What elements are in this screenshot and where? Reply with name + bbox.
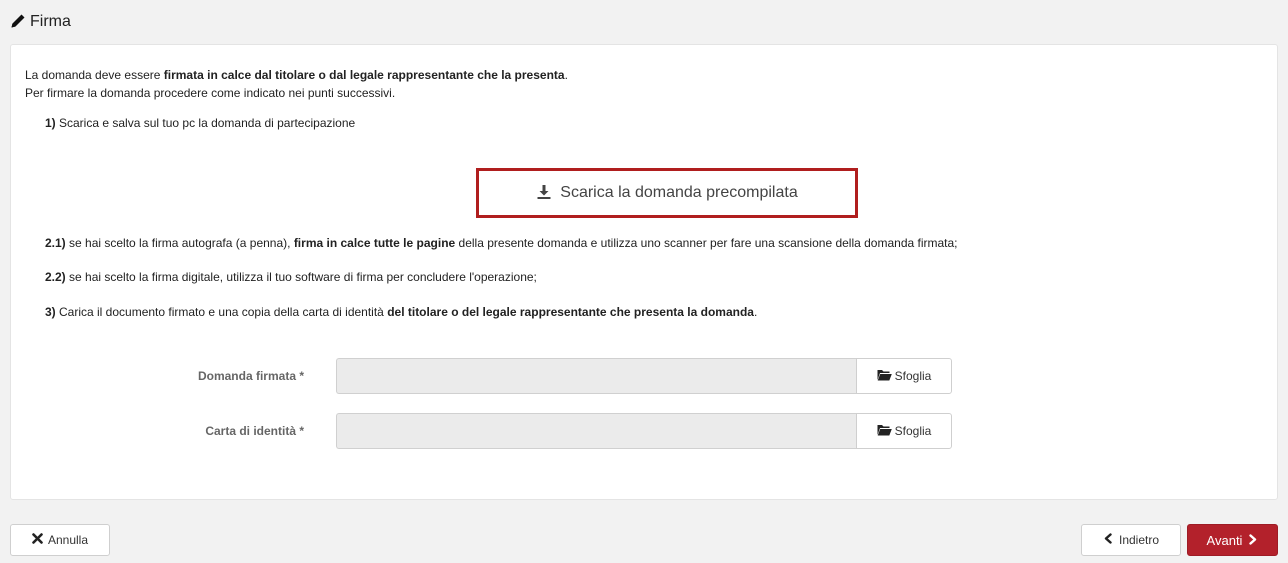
close-icon: [32, 533, 43, 547]
id-card-input[interactable]: [336, 413, 856, 449]
next-label: Avanti: [1206, 532, 1243, 548]
download-icon: [536, 184, 552, 203]
signature-panel: La domanda deve essere firmata in calce …: [10, 44, 1278, 500]
signed-document-input[interactable]: [336, 358, 856, 394]
id-card-label: Carta di identità *: [205, 424, 304, 438]
signed-document-browse-button[interactable]: Sfoglia: [856, 358, 952, 394]
pencil-icon: [10, 13, 26, 32]
page-title: Firma: [30, 13, 71, 30]
folder-open-icon: [877, 369, 892, 384]
section-header: Firma: [10, 10, 71, 34]
cancel-label: Annulla: [47, 533, 89, 547]
id-card-browse-button[interactable]: Sfoglia: [856, 413, 952, 449]
cancel-button[interactable]: Annulla: [10, 524, 110, 556]
back-label: Indietro: [1118, 533, 1160, 547]
folder-open-icon: [877, 424, 892, 439]
next-button[interactable]: Avanti: [1187, 524, 1278, 556]
chevron-right-icon: [1247, 533, 1258, 548]
step-3: 3) Carica il documento firmato e una cop…: [45, 305, 758, 319]
intro-line-1: La domanda deve essere firmata in calce …: [25, 68, 568, 82]
browse-label: Sfoglia: [894, 369, 932, 383]
download-prefilled-button[interactable]: Scarica la domanda precompilata: [476, 168, 858, 218]
download-label: Scarica la domanda precompilata: [560, 184, 798, 201]
browse-label: Sfoglia: [894, 424, 932, 438]
chevron-left-icon: [1103, 533, 1114, 547]
intro-line-2: Per firmare la domanda procedere come in…: [25, 86, 396, 100]
step-2-2: 2.2) se hai scelto la firma digitale, ut…: [45, 270, 537, 284]
step-2-1: 2.1) se hai scelto la firma autografa (a…: [45, 236, 958, 250]
step-1: 1) Scarica e salva sul tuo pc la domanda…: [45, 116, 356, 130]
signed-document-label: Domanda firmata *: [197, 369, 304, 383]
back-button[interactable]: Indietro: [1081, 524, 1181, 556]
